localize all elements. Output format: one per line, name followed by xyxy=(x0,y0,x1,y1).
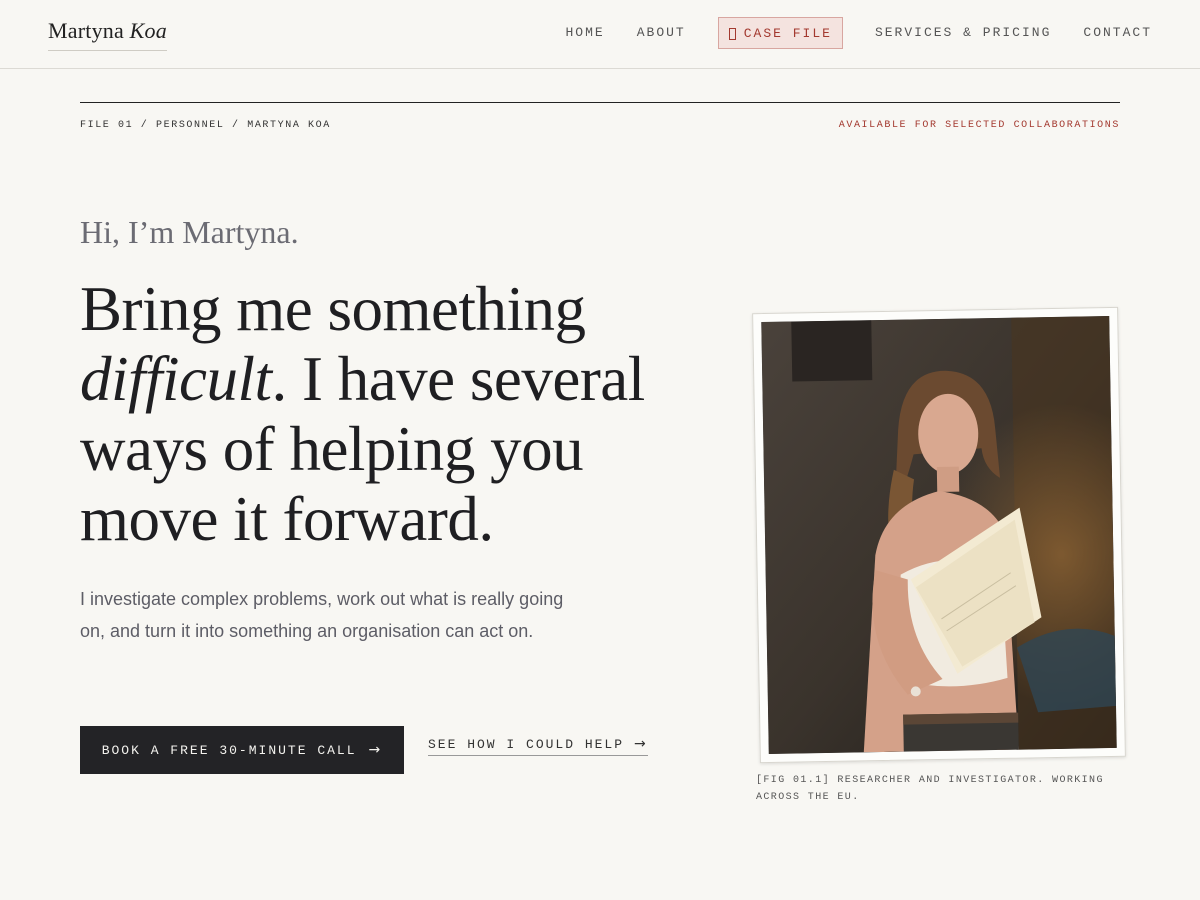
nav-home[interactable]: HOME xyxy=(566,17,605,49)
see-how-label: SEE HOW I COULD HELP xyxy=(428,736,625,752)
book-call-label: BOOK A FREE 30-MINUTE CALL xyxy=(101,742,357,758)
portrait-image xyxy=(761,315,1117,755)
arrow-right-icon: → xyxy=(368,742,383,758)
nav-case-file[interactable]: CASE FILE xyxy=(717,17,843,49)
book-call-button[interactable]: BOOK A FREE 30-MINUTE CALL → xyxy=(80,726,404,774)
site-header: Martyna Koa HOME ABOUT CASE FILE SERVICE… xyxy=(0,0,1200,69)
nav-case-file-label: CASE FILE xyxy=(743,25,832,41)
logo-last-name: Koa xyxy=(129,18,167,43)
headline-emphasis: difficult xyxy=(80,344,272,414)
hero-headline: Bring me something difficult. I have seve… xyxy=(80,274,700,554)
site-logo[interactable]: Martyna Koa xyxy=(48,18,167,51)
nav-services-pricing[interactable]: SERVICES & PRICING xyxy=(875,17,1051,49)
portrait-photo xyxy=(761,315,1117,755)
figure-caption: [FIG 01.1] RESEARCHER AND INVESTIGATOR. … xyxy=(756,775,1104,803)
availability-status: AVAILABLE FOR SELECTED COLLABORATIONS xyxy=(838,120,1120,131)
logo-first-name: Martyna xyxy=(48,18,124,43)
folder-icon xyxy=(728,28,736,40)
top-divider xyxy=(80,102,1120,103)
main-nav: HOME ABOUT CASE FILE SERVICES & PRICING … xyxy=(566,17,1153,49)
nav-contact[interactable]: CONTACT xyxy=(1083,17,1152,49)
portrait-photo-frame xyxy=(752,306,1126,764)
greeting: Hi, I’m Martyna. xyxy=(80,214,299,250)
nav-about[interactable]: ABOUT xyxy=(637,17,686,49)
arrow-right-icon: → xyxy=(634,736,648,752)
see-how-link[interactable]: SEE HOW I COULD HELP → xyxy=(428,736,648,756)
headline-part-1: Bring me something xyxy=(80,274,586,344)
breadcrumb: FILE 01 / PERSONNEL / MARTYNA KOA xyxy=(80,120,331,131)
intro-paragraph: I investigate complex problems, work out… xyxy=(80,589,564,641)
